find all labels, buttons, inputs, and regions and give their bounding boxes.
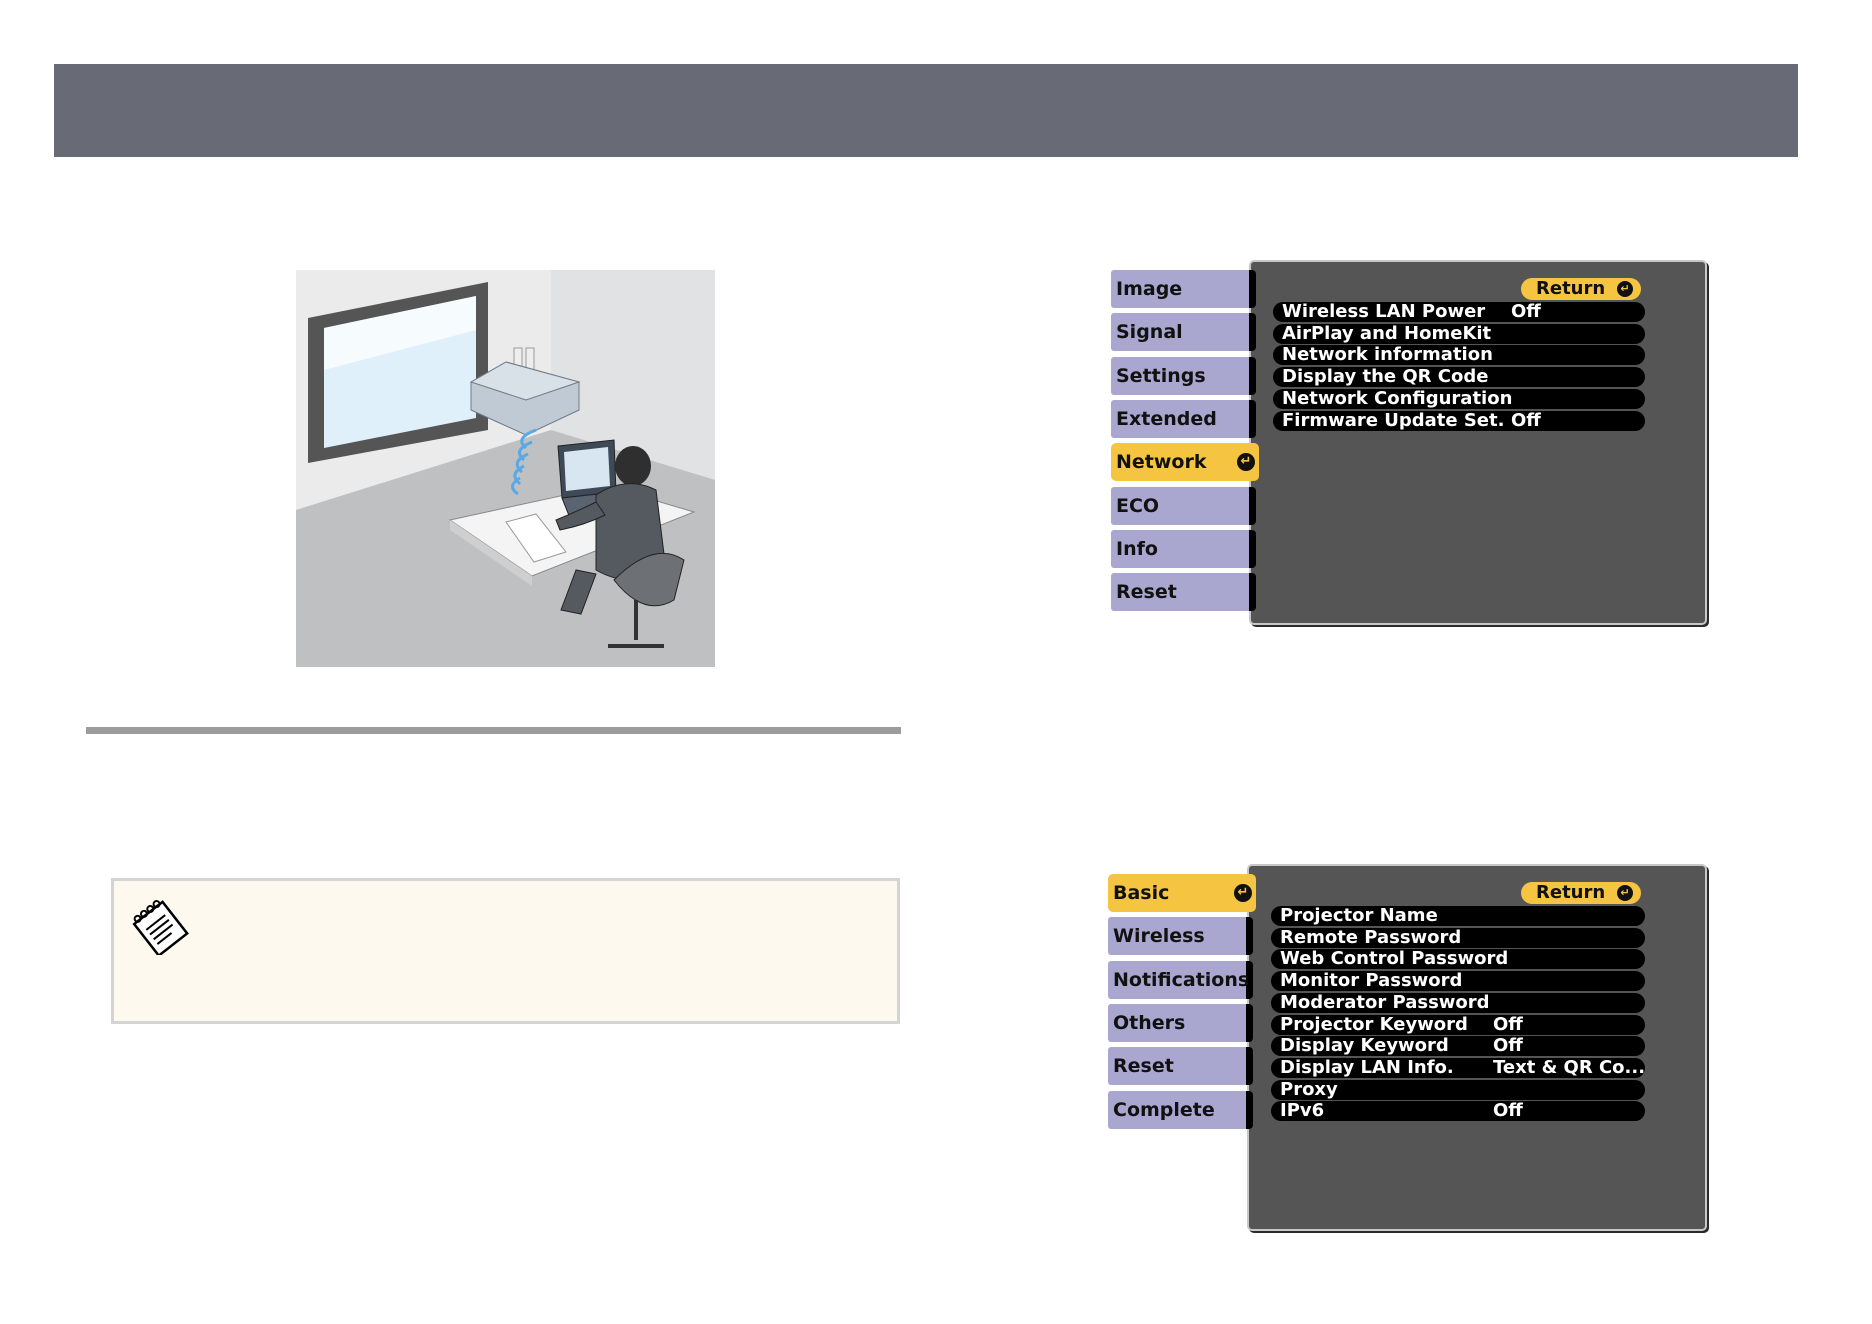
menu-tab-network[interactable]: Network ↵ <box>1111 443 1259 482</box>
menu-tab-basic[interactable]: Basic ↵ <box>1108 874 1256 912</box>
menu-item-wireless-lan-power[interactable]: Wireless LAN Power Off <box>1273 302 1645 322</box>
menu-item-label: Network information <box>1282 344 1493 366</box>
basic-menu-screenshot: Basic ↵ Wireless LANNotifications Others Res… <box>1106 862 1710 1232</box>
menu-item-moderator-password[interactable]: Moderator Password <box>1271 991 1645 1013</box>
menu-item-label: Wireless LAN Power <box>1282 301 1486 322</box>
enter-icon: ↵ <box>1237 453 1255 472</box>
menu-item-proxy[interactable]: Proxy <box>1271 1078 1645 1100</box>
menu-item-label: Projector Name <box>1280 905 1438 926</box>
menu-tab-signal[interactable]: Signal <box>1111 313 1249 352</box>
menu-item-label: Firmware Update Set. <box>1282 409 1505 431</box>
menu-item-label: Monitor Password <box>1280 970 1463 992</box>
menu-tab-notifications[interactable]: Notifications <box>1108 960 1250 999</box>
tab-edge <box>1249 270 1256 308</box>
menu-item-label: Proxy <box>1280 1078 1338 1100</box>
menu-item-display-lan-info[interactable]: Display LAN Info. Text & QR Co... <box>1271 1056 1646 1078</box>
menu-item-web-control-password[interactable]: Web Control Password <box>1271 948 1645 970</box>
menu-tab-reset[interactable]: Reset <box>1108 1047 1246 1086</box>
menu-tab-reset[interactable]: Reset <box>1111 573 1249 612</box>
menu-item-label: Projector Keyword <box>1280 1013 1468 1035</box>
tab-edge <box>1249 313 1256 352</box>
enter-icon: ↵ <box>1234 884 1252 902</box>
menu-tab-label: Complete <box>1113 1098 1215 1121</box>
menu-item-monitor-password[interactable]: Monitor Password <box>1271 970 1645 992</box>
menu-item-value: Text & QR Co... <box>1493 1056 1646 1078</box>
menu-item-value: Off <box>1493 1013 1523 1035</box>
menu-tab-image[interactable]: Image <box>1111 270 1249 308</box>
menu-item-label: Remote Password <box>1280 926 1462 948</box>
section-divider <box>86 727 901 734</box>
tab-edge <box>1249 486 1256 525</box>
menu-item-remote-password[interactable]: Remote Password <box>1271 926 1645 948</box>
enter-icon: ↵ <box>1617 281 1633 297</box>
menu-item-projector-name[interactable]: Projector Name <box>1271 906 1645 926</box>
menu-tab-extended[interactable]: Extended <box>1111 399 1249 438</box>
menu-item-ipv6[interactable]: IPv6 Off <box>1271 1100 1645 1122</box>
projector-wireless-illustration <box>296 270 715 667</box>
menu-tab-info[interactable]: Info <box>1111 529 1249 568</box>
menu-item-network-configuration[interactable]: Network Configuration <box>1273 387 1645 409</box>
menu-item-value: Off <box>1493 1100 1523 1122</box>
menu-item-network-information[interactable]: Network information <box>1273 344 1645 366</box>
menu-tab-eco[interactable]: ECO <box>1111 486 1249 525</box>
return-label: Return <box>1536 882 1606 903</box>
menu-tab-label: Others <box>1113 1011 1186 1034</box>
menu-tab-complete[interactable]: Complete <box>1108 1090 1246 1129</box>
menu-item-value: Off <box>1511 301 1541 322</box>
menu-item-display-the-qr-code[interactable]: Display the QR Code <box>1273 366 1645 388</box>
note-box <box>111 878 900 1024</box>
return-button[interactable]: Return ↵ <box>1521 882 1641 904</box>
menu-item-projector-keyword[interactable]: Projector Keyword Off <box>1271 1013 1645 1035</box>
menu-tab-label: Network <box>1116 451 1207 474</box>
menu-item-label: Display the QR Code <box>1282 366 1489 388</box>
menu-tab-label: Reset <box>1116 581 1177 604</box>
tab-edge <box>1246 917 1253 956</box>
menu-tab-label: Notifications <box>1113 968 1250 991</box>
menu-item-value: Off <box>1511 409 1541 431</box>
projector-wireless-laptop-illustration <box>296 270 715 667</box>
menu-tab-label: Settings <box>1116 364 1206 387</box>
menu-tab-label: ECO <box>1116 494 1160 517</box>
tab-edge <box>1249 529 1256 568</box>
tab-edge <box>1246 1047 1253 1086</box>
menu-tab-label: Image <box>1116 278 1183 300</box>
enter-icon: ↵ <box>1617 885 1633 901</box>
menu-item-label: IPv6 <box>1280 1100 1325 1122</box>
menu-tab-label: Basic <box>1113 882 1170 904</box>
tab-edge <box>1246 1003 1253 1042</box>
menu-tab-others[interactable]: Others <box>1108 1003 1246 1042</box>
menu-tab-settings[interactable]: Settings <box>1111 356 1249 395</box>
return-label: Return <box>1536 278 1606 299</box>
menu-tab-label: Extended <box>1116 407 1217 430</box>
return-button[interactable]: Return ↵ <box>1521 278 1641 300</box>
menu-tab-wireless-lan[interactable]: Wireless LAN <box>1108 917 1246 985</box>
menu-tab-label: Signal <box>1116 321 1183 344</box>
page-header-bar <box>54 64 1798 157</box>
tab-edge <box>1246 1090 1253 1129</box>
menu-item-airplay-and-homekit[interactable]: AirPlay and HomeKit <box>1273 322 1645 344</box>
tab-edge <box>1249 399 1256 438</box>
menu-item-label: Moderator Password <box>1280 991 1490 1013</box>
network-menu-screenshot: Image Signal Settings Extended Network ↵ ECO In… <box>1109 258 1709 626</box>
menu-tab-label: Info <box>1116 537 1158 560</box>
tab-edge <box>1249 573 1256 612</box>
menu-item-value: Off <box>1493 1035 1523 1057</box>
menu-item-label: Display LAN Info. <box>1280 1056 1454 1078</box>
note-pad-icon <box>128 895 190 958</box>
menu-item-label: Network Configuration <box>1282 387 1513 409</box>
menu-tab-label: Reset <box>1113 1055 1174 1078</box>
menu-item-display-keyword[interactable]: Display Keyword Off <box>1271 1035 1645 1057</box>
menu-item-label: Web Control Password <box>1280 948 1509 970</box>
menu-item-firmware-update-set[interactable]: Firmware Update Set. Off <box>1273 409 1645 431</box>
menu-item-label: Display Keyword <box>1280 1035 1449 1057</box>
tab-edge <box>1249 356 1256 395</box>
menu-item-label: AirPlay and HomeKit <box>1282 322 1492 344</box>
